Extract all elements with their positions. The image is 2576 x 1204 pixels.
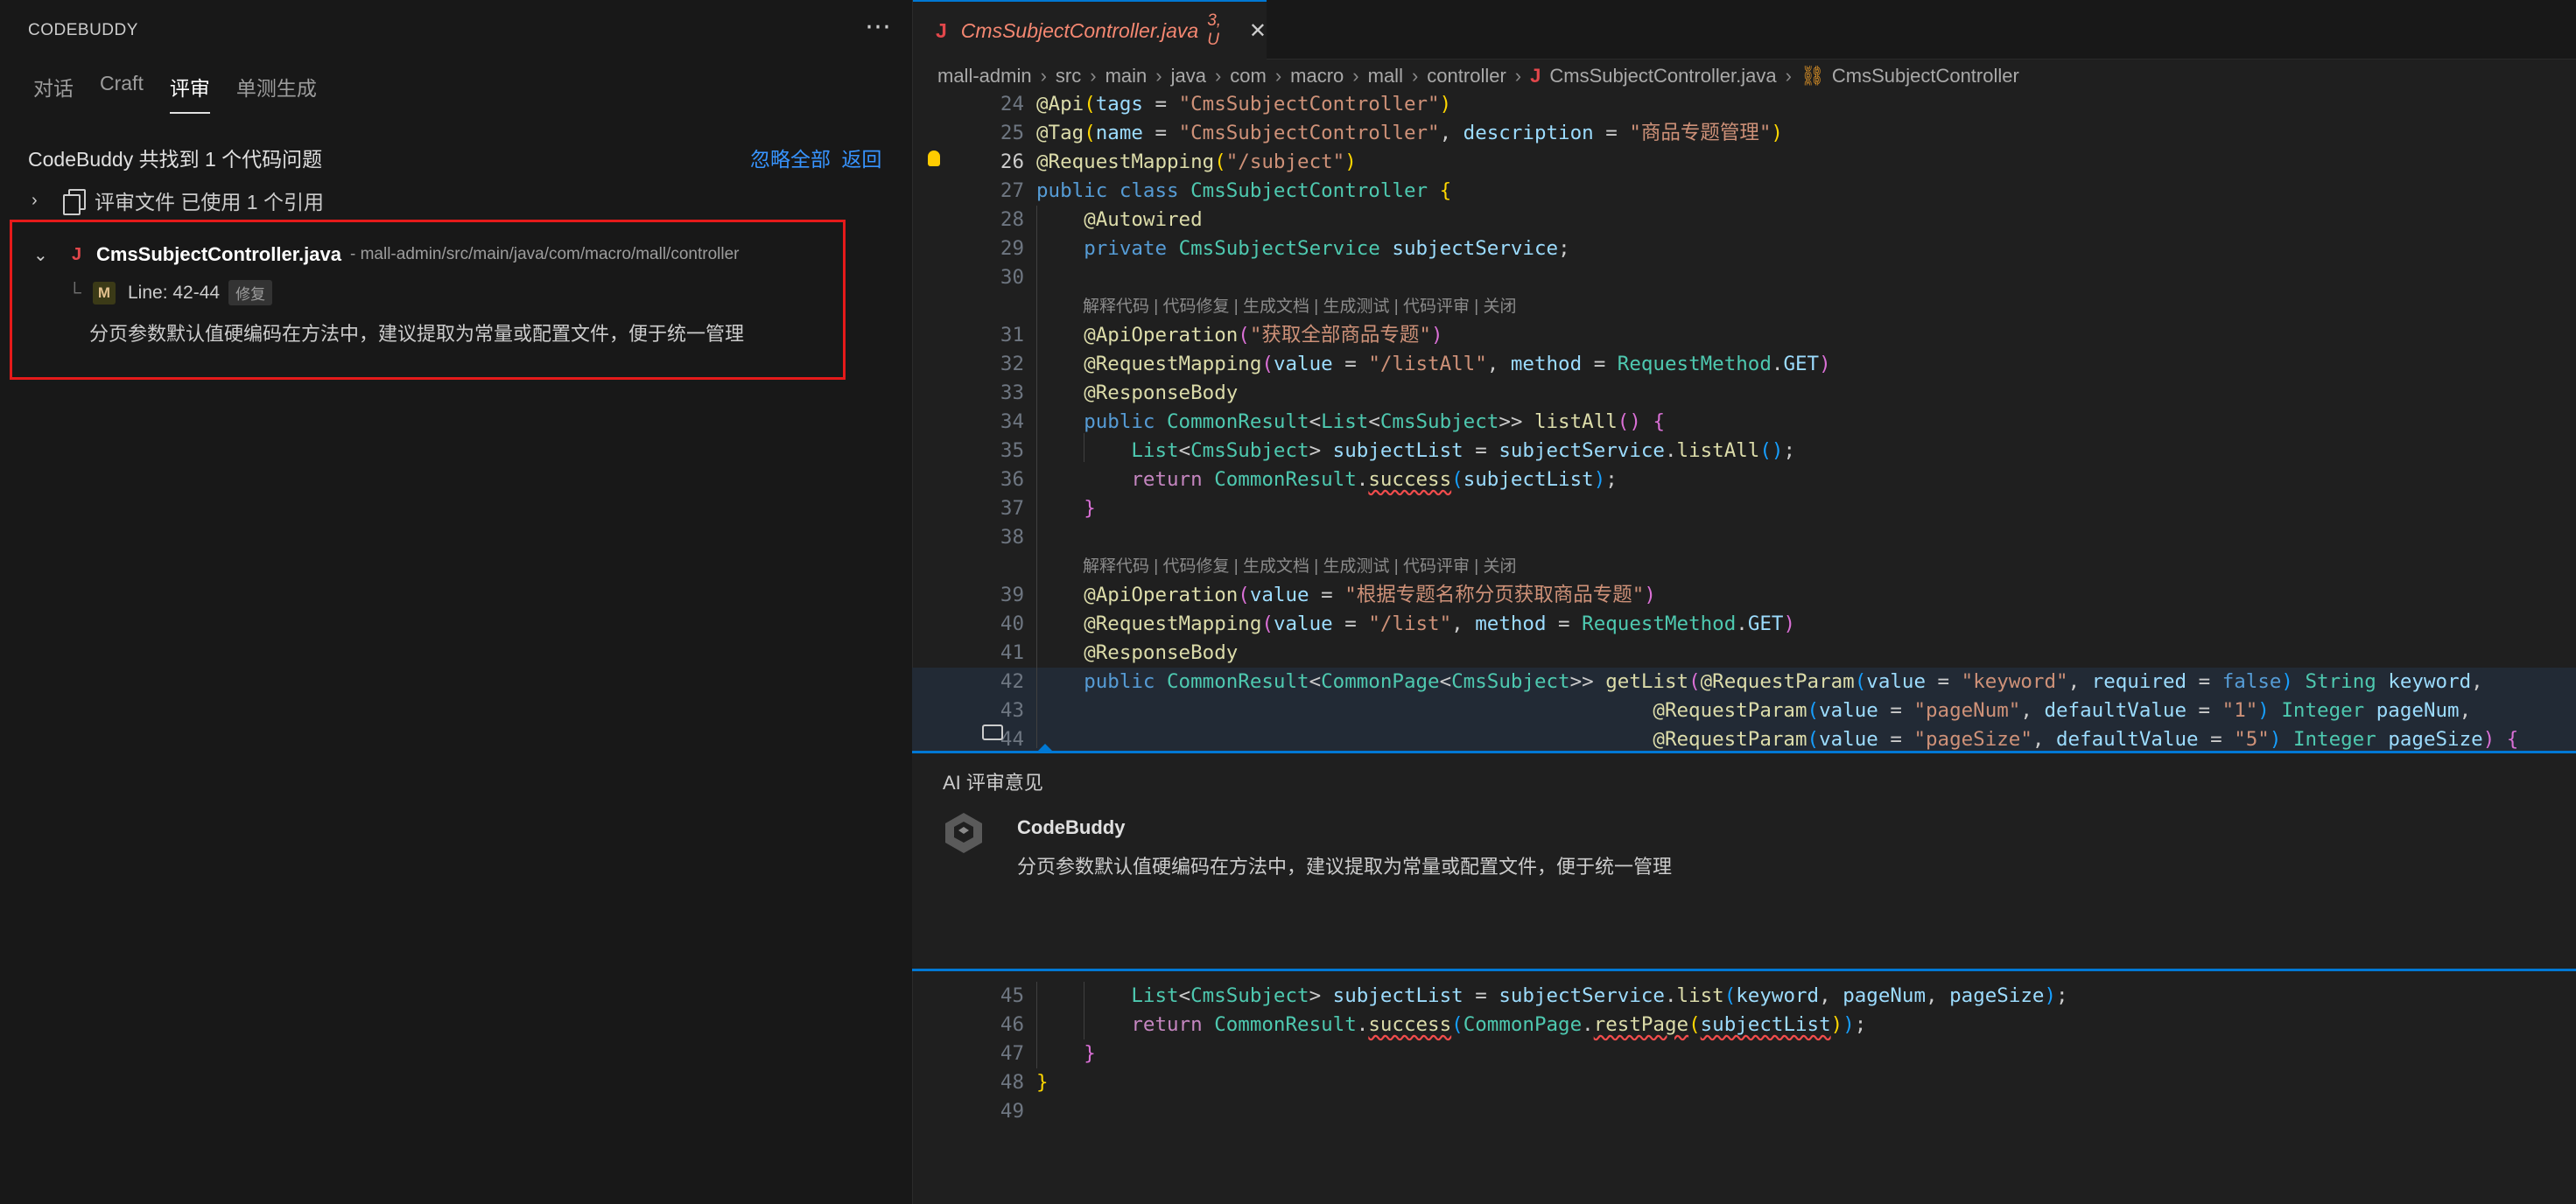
issue-card[interactable]: ⌄ J CmsSubjectController.java - mall-adm… xyxy=(10,220,846,380)
issue-description: 分页参数默认值硬编码在方法中，建议提取为常量或配置文件，便于统一管理 xyxy=(89,323,745,345)
review-pointer xyxy=(1038,744,1052,751)
code-line: 29 private CmsSubjectService subjectServ… xyxy=(1000,237,1570,260)
fix-button[interactable]: 修复 xyxy=(228,280,273,305)
code-line: 33 @ResponseBody xyxy=(1000,382,1239,404)
review-comment: 分页参数默认值硬编码在方法中，建议提取为常量或配置文件，便于统一管理 xyxy=(1017,856,1673,878)
code-line: 34 public CommonResult<List<CmsSubject>>… xyxy=(1000,410,1665,433)
comment-icon[interactable] xyxy=(982,724,1003,740)
breadcrumb-item[interactable]: controller xyxy=(1427,65,1506,88)
code-line: 32 @RequestMapping(value = "/listAll", m… xyxy=(1000,353,1831,375)
chevron-right-icon: › xyxy=(1155,65,1162,87)
references-row[interactable]: › 评审文件 已使用 1 个引用 xyxy=(32,186,324,215)
code-line: 27 public class CmsSubjectController { xyxy=(1000,179,1452,202)
severity-badge: M xyxy=(93,281,116,304)
code-line: 25 @Tag(name = "CmsSubjectController", de… xyxy=(1000,122,1783,144)
summary-actions: 忽略全部 返回 xyxy=(745,143,881,172)
code-line: 24 @Api(tags = "CmsSubjectController") xyxy=(1000,93,1452,116)
chevron-right-icon: › xyxy=(1514,65,1522,87)
code-line: 31 @ApiOperation("获取全部商品专题") xyxy=(1000,324,1443,346)
breadcrumb-item[interactable]: src xyxy=(1056,65,1081,88)
review-author: CodeBuddy xyxy=(1017,816,1126,838)
code-line: 45 List<CmsSubject> subjectList = subjec… xyxy=(1000,984,2068,1007)
chevron-right-icon[interactable]: › xyxy=(32,191,51,211)
tab-review[interactable]: 评审 xyxy=(169,72,210,114)
class-icon: ⛓ xyxy=(1800,65,1825,87)
chevron-right-icon: › xyxy=(1411,65,1419,87)
code-line: 30 xyxy=(1000,266,1024,289)
breadcrumb-item[interactable]: mall xyxy=(1368,65,1403,88)
chevron-right-icon: › xyxy=(1352,65,1359,87)
tab-craft[interactable]: Craft xyxy=(100,72,144,114)
chevron-right-icon: › xyxy=(1274,65,1282,87)
files-icon xyxy=(63,189,86,215)
chevron-right-icon: › xyxy=(1214,65,1222,87)
codebuddy-panel: CODEBUDDY ⋯ 对话 Craft 评审 单测生成 CodeBuddy 共… xyxy=(0,0,912,1204)
breadcrumb-item[interactable]: main xyxy=(1106,65,1148,88)
breadcrumb: mall-admin › src › main › java › com › macro ›… xyxy=(937,63,2019,89)
indent-guide xyxy=(1036,982,1037,1068)
code-line: 38 xyxy=(1000,526,1024,549)
code-line: 41 @ResponseBody xyxy=(1000,641,1239,664)
review-heading: AI 评审意见 xyxy=(943,772,1043,794)
chevron-right-icon: › xyxy=(1090,65,1097,87)
code-line: 49 xyxy=(1000,1100,1024,1123)
breadcrumb-item[interactable]: java xyxy=(1171,65,1206,88)
ignore-all-link[interactable]: 忽略全部 xyxy=(750,148,831,171)
code-line: 28 @Autowired xyxy=(1000,208,1203,231)
code-line: 39 @ApiOperation(value = "根据专题名称分页获取商品专题… xyxy=(1000,584,1656,606)
issue-file-path: - mall-admin/src/main/java/com/macro/mal… xyxy=(349,245,740,263)
code-line: 48} xyxy=(1000,1071,1049,1094)
codelens[interactable]: 解释代码 | 代码修复 | 生成文档 | 生成测试 | 代码评审 | 关闭 xyxy=(912,292,2576,321)
issue-line-range: Line: 42-44 xyxy=(128,282,221,303)
code-line: 46 return CommonResult.success(CommonPag… xyxy=(1000,1013,1867,1036)
code-line: 42 public CommonResult<CommonPage<CmsSub… xyxy=(912,668,2576,696)
breadcrumb-class[interactable]: CmsSubjectController xyxy=(1832,65,2019,88)
chevron-right-icon: › xyxy=(1785,65,1792,87)
code-line: 35 List<CmsSubject> subjectList = subjec… xyxy=(1000,439,1795,462)
panel-tabs: 对话 Craft 评审 单测生成 xyxy=(33,72,343,114)
issue-file-name: CmsSubjectController.java xyxy=(96,243,341,265)
code-line: 40 @RequestMapping(value = "/list", meth… xyxy=(1000,612,1795,635)
breadcrumb-item[interactable]: com xyxy=(1230,65,1267,88)
codebuddy-logo-icon xyxy=(945,813,982,853)
editor-tab-name: CmsSubjectController.java xyxy=(960,18,1199,42)
tree-branch-icon: └ xyxy=(68,282,81,303)
close-icon[interactable]: ✕ xyxy=(1249,18,1267,44)
code-line: 43 @RequestParam(value = "pageNum", defa… xyxy=(912,696,2576,725)
java-file-icon: J xyxy=(72,244,82,264)
editor-tab-bar: J CmsSubjectController.java 3, U ✕ xyxy=(913,0,2576,60)
indent-guide xyxy=(1036,206,1037,748)
chevron-down-icon[interactable]: ⌄ xyxy=(33,244,72,266)
back-link[interactable]: 返回 xyxy=(841,148,881,171)
breadcrumb-file[interactable]: CmsSubjectController.java xyxy=(1549,65,1776,88)
code-line: 47 } xyxy=(1000,1042,1096,1065)
tab-unit-test[interactable]: 单测生成 xyxy=(236,72,317,114)
codelens[interactable]: 解释代码 | 代码修复 | 生成文档 | 生成测试 | 代码评审 | 关闭 xyxy=(912,552,2576,581)
breadcrumb-item[interactable]: mall-admin xyxy=(937,65,1032,88)
editor-tab[interactable]: J CmsSubjectController.java 3, U ✕ xyxy=(913,0,1267,60)
ellipsis-icon[interactable]: ⋯ xyxy=(865,14,891,40)
lightbulb-icon[interactable] xyxy=(928,150,940,166)
ai-review-widget: AI 评审意见 CodeBuddy 分页参数默认值硬编码在方法中，建议提取为常量… xyxy=(912,751,2576,971)
breadcrumb-item[interactable]: macro xyxy=(1290,65,1344,88)
chevron-right-icon: › xyxy=(1040,65,1047,87)
references-label: 评审文件 已使用 1 个引用 xyxy=(95,191,324,214)
java-file-icon: J xyxy=(1530,65,1541,87)
tab-chat[interactable]: 对话 xyxy=(33,72,74,114)
code-line: 37 } xyxy=(1000,497,1096,520)
issue-line-row[interactable]: └ M Line: 42-44 修复 xyxy=(68,280,273,305)
review-summary: CodeBuddy 共找到 1 个代码问题 xyxy=(28,148,323,171)
java-file-icon: J xyxy=(936,18,947,42)
code-line: 26 @RequestMapping("/subject") xyxy=(1000,150,1357,173)
editor-tab-status: 3, U xyxy=(1207,11,1222,49)
panel-title: CODEBUDDY xyxy=(28,21,138,39)
code-line: 36 return CommonResult.success(subjectLi… xyxy=(1000,468,1618,491)
issue-file-row[interactable]: ⌄ J CmsSubjectController.java - mall-adm… xyxy=(33,243,739,266)
